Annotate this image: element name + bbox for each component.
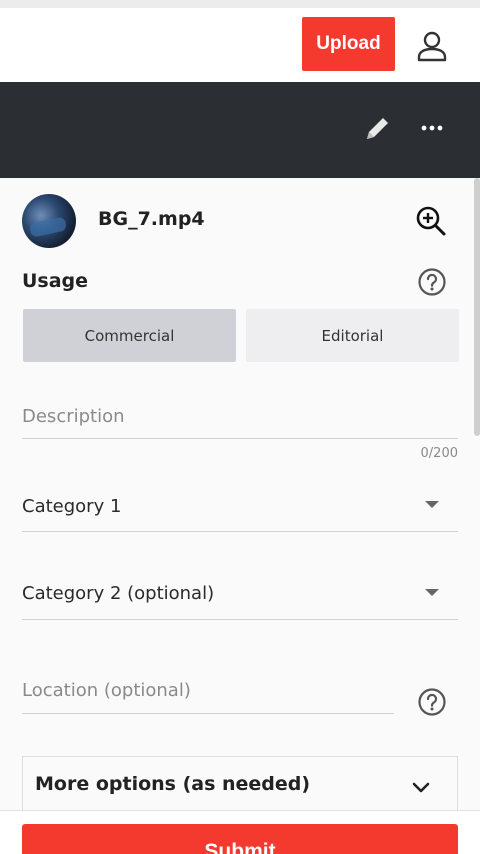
help-icon[interactable]	[417, 687, 447, 717]
upload-details-screen: Upload BG_7.mp4 Usage Commercial Editori…	[0, 0, 480, 854]
description-counter: 0/200	[420, 446, 458, 461]
category-2-select[interactable]: Category 2 (optional)	[22, 583, 214, 604]
location-underline	[22, 713, 394, 714]
usage-label: Usage	[22, 270, 89, 292]
file-name: BG_7.mp4	[98, 208, 205, 230]
more-options-label: More options (as needed)	[35, 773, 311, 795]
dropdown-caret-icon[interactable]	[425, 501, 439, 508]
dropdown-caret-icon[interactable]	[425, 589, 439, 596]
scrollbar[interactable]	[474, 178, 480, 436]
location-field[interactable]: Location (optional)	[22, 680, 191, 701]
upload-form-card: BG_7.mp4 Usage Commercial Editorial Desc…	[0, 178, 480, 854]
description-underline	[22, 438, 458, 439]
usage-commercial-option[interactable]: Commercial	[23, 309, 236, 362]
zoom-in-icon[interactable]	[414, 204, 448, 238]
category-1-underline	[22, 531, 458, 532]
submit-button[interactable]: Submit	[22, 824, 458, 854]
video-thumbnail	[22, 194, 76, 248]
pencil-icon[interactable]	[362, 112, 394, 144]
more-vertical-dots-icon[interactable]	[418, 114, 446, 142]
help-icon[interactable]	[417, 267, 447, 297]
top-app-bar: Upload	[0, 0, 480, 82]
chevron-down-icon[interactable]	[409, 775, 433, 799]
category-1-select[interactable]: Category 1	[22, 496, 121, 517]
upload-button[interactable]: Upload	[302, 17, 395, 71]
usage-editorial-option[interactable]: Editorial	[246, 309, 459, 362]
user-icon[interactable]	[414, 28, 450, 64]
bottom-action-bar: Submit	[0, 810, 480, 854]
description-field[interactable]: Description	[22, 406, 125, 427]
dark-toolbar	[0, 82, 480, 178]
category-2-underline	[22, 619, 458, 620]
